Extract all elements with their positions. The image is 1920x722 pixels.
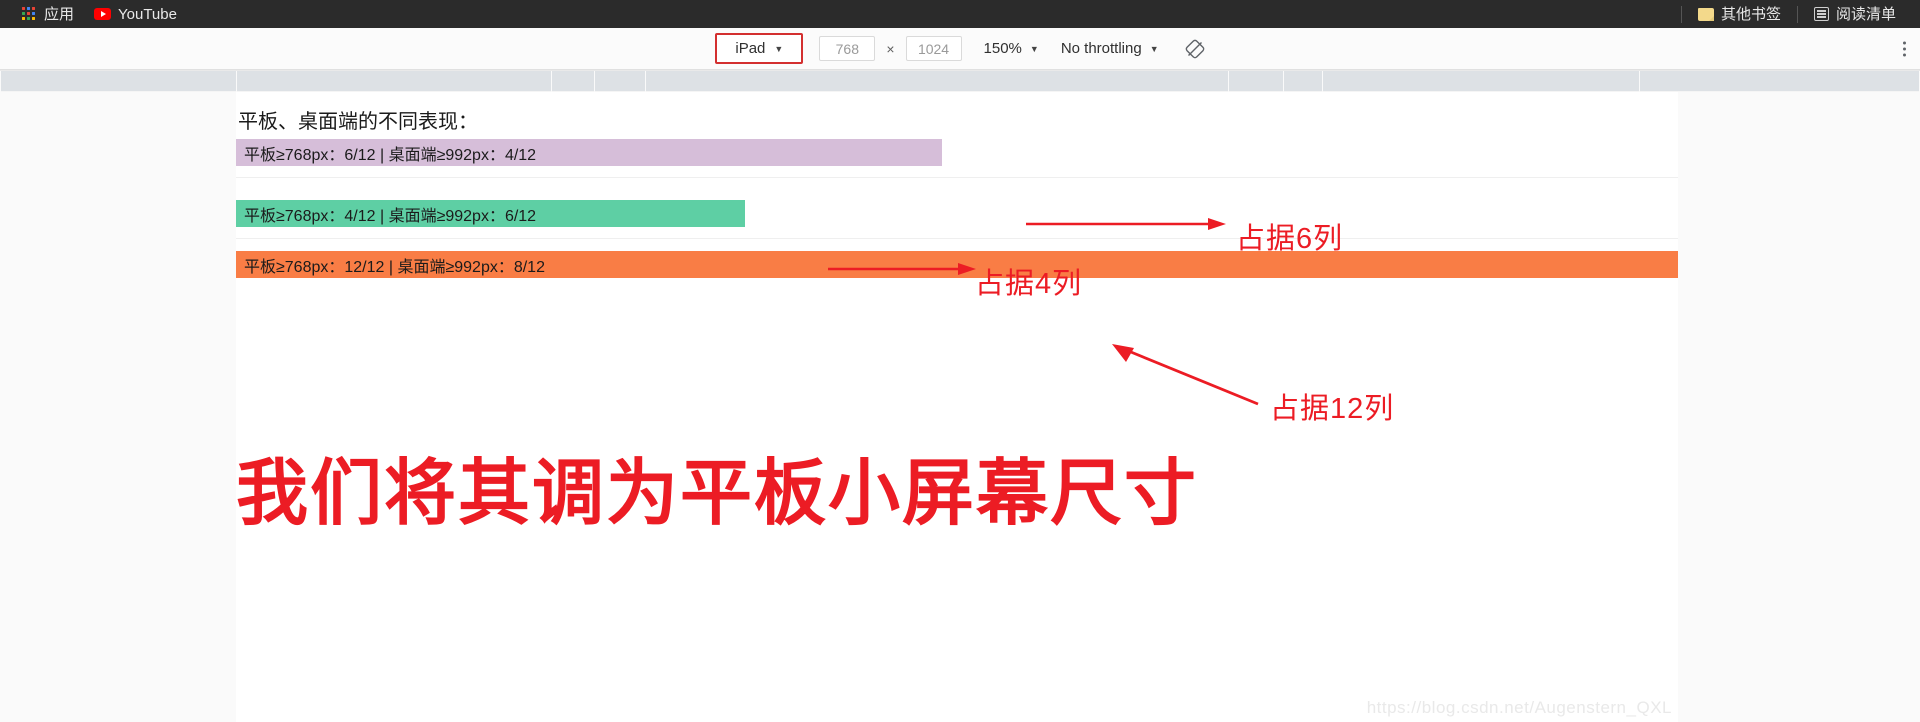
- youtube-icon: [94, 8, 112, 20]
- column-bar-1: 平板≥768px：6/12 | 桌面端≥992px：4/12: [236, 139, 942, 166]
- bookmark-youtube-label: YouTube: [118, 5, 177, 23]
- column-bar-3-label: 平板≥768px：12/12 | 桌面端≥992px：8/12: [244, 258, 545, 276]
- viewport-height-input[interactable]: 1024: [905, 36, 962, 61]
- page-title: 平板、桌面端的不同表现：: [238, 111, 478, 133]
- device-selector[interactable]: iPad ▼: [715, 33, 804, 64]
- viewport-ruler[interactable]: [0, 70, 1920, 93]
- watermark: https://blog.csdn.net/Augenstern_QXL: [1366, 698, 1672, 717]
- annotation-label-1: 占据6列: [1236, 223, 1344, 255]
- annotation-arrow-2: [828, 263, 976, 275]
- annotation-label-2: 占据4列: [975, 268, 1083, 300]
- column-bar-2-label: 平板≥768px：4/12 | 桌面端≥992px：6/12: [244, 207, 537, 225]
- rotate-icon[interactable]: [1185, 39, 1205, 59]
- column-bar-1-label: 平板≥768px：6/12 | 桌面端≥992px：4/12: [244, 146, 537, 164]
- reading-list-label: 阅读清单: [1835, 5, 1896, 23]
- headline-annotation: 我们将其调为平板小屏幕尺寸: [236, 454, 1199, 534]
- bookmark-youtube[interactable]: YouTube: [84, 5, 187, 24]
- column-bar-2: 平板≥768px：4/12 | 桌面端≥992px：6/12: [236, 200, 745, 227]
- bookmarks-left-group: 应用 YouTube: [0, 5, 187, 24]
- throttling-selector-label: No throttling: [1060, 40, 1142, 57]
- viewport-height-value: 1024: [917, 40, 950, 57]
- throttling-selector[interactable]: No throttling ▼: [1061, 40, 1159, 57]
- device-selector-label: iPad: [735, 40, 766, 57]
- bookmark-other-bookmarks[interactable]: 其他书签: [1688, 5, 1791, 24]
- folder-icon: [1697, 7, 1714, 21]
- bookmark-apps[interactable]: 应用: [12, 5, 84, 24]
- annotation-arrow-3: [1112, 344, 1259, 406]
- page-right-gutter: [1678, 92, 1920, 722]
- page-left-gutter: [0, 92, 236, 722]
- chevron-down-icon-throttle: ▼: [1149, 43, 1159, 54]
- apps-grid-icon: [22, 6, 37, 22]
- device-emulation-toolbar: iPad ▼ 768 × 1024 150% ▼ No throttling ▼: [0, 28, 1920, 70]
- page-viewport: 平板、桌面端的不同表现： 平板≥768px：6/12 | 桌面端≥992px：4…: [236, 92, 1678, 722]
- device-toolbar-controls: iPad ▼ 768 × 1024 150% ▼ No throttling ▼: [715, 33, 1204, 64]
- bookmark-apps-label: 应用: [44, 5, 75, 23]
- other-bookmarks-label: 其他书签: [1720, 5, 1781, 23]
- zoom-selector-label: 150%: [983, 40, 1022, 57]
- dimension-multiply-symbol: ×: [886, 40, 895, 57]
- viewport-width-input[interactable]: 768: [819, 36, 876, 61]
- kebab-menu-icon[interactable]: [1903, 41, 1906, 56]
- bookmark-reading-list[interactable]: 阅读清单: [1804, 5, 1906, 24]
- reading-list-icon: [1813, 7, 1829, 21]
- chevron-down-icon-zoom: ▼: [1029, 43, 1039, 54]
- browser-window: 应用 YouTube 其他书签 阅读清单 iPad ▼ 768 × 1024 1…: [0, 0, 1920, 722]
- chevron-down-icon: ▼: [774, 43, 784, 54]
- annotation-label-3: 占据12列: [1270, 393, 1395, 425]
- bookmarks-right-group: 其他书签 阅读清单: [1675, 5, 1920, 24]
- bookmarks-divider: [1680, 5, 1682, 23]
- viewport-width-value: 768: [835, 40, 859, 57]
- bookmarks-divider-2: [1796, 5, 1798, 23]
- zoom-selector[interactable]: 150% ▼: [984, 40, 1039, 57]
- bookmarks-bar: 应用 YouTube 其他书签 阅读清单: [0, 0, 1920, 28]
- annotation-arrow-1: [1026, 218, 1226, 230]
